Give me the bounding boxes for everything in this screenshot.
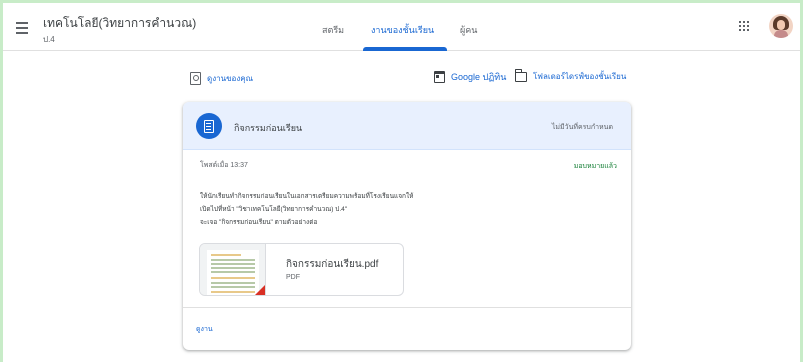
assignment-card: กิจกรรมก่อนเรียน ไม่มีวันที่ครบกำหนด โพส… bbox=[183, 102, 631, 350]
folder-icon bbox=[514, 68, 527, 82]
assignment-footer: ดูงาน bbox=[183, 307, 631, 350]
view-your-work-link[interactable]: ดูงานของคุณ bbox=[190, 72, 253, 85]
due-date: ไม่มีวันที่ครบกำหนด bbox=[551, 124, 613, 131]
assignment-ind-icon bbox=[190, 72, 201, 85]
google-apps-icon[interactable] bbox=[739, 21, 749, 31]
top-app-bar: เทคโนโลยี(วิทยาการคำนวณ) ป.4 สตรีม งานขอ… bbox=[3, 3, 800, 51]
tab-people[interactable]: ผู้คน bbox=[460, 23, 477, 37]
avatar[interactable] bbox=[769, 14, 793, 38]
tab-stream[interactable]: สตรีม bbox=[322, 23, 344, 37]
active-tab-indicator bbox=[363, 47, 447, 51]
attachment-type: PDF bbox=[286, 274, 300, 281]
assignment-header[interactable]: กิจกรรมก่อนเรียน ไม่มีวันที่ครบกำหนด bbox=[183, 102, 631, 150]
instruction-line: ให้นักเรียนทำกิจกรรมก่อนเรียนในเอกสารเตร… bbox=[200, 193, 414, 200]
tab-classwork[interactable]: งานของชั้นเรียน bbox=[371, 23, 434, 37]
tab-bar: สตรีม งานของชั้นเรียน ผู้คน bbox=[3, 3, 800, 51]
google-calendar-link[interactable]: Google ปฏิทิน bbox=[434, 70, 506, 84]
instruction-line: จะเจอ "กิจกรรมก่อนเรียน" ตามตัวอย่างต่อ bbox=[200, 219, 318, 226]
instruction-line: เปิดไปที่หน้า "วิชาเทคโนโลยี(วิทยาการคำน… bbox=[200, 206, 348, 213]
assignment-icon bbox=[196, 113, 222, 139]
class-drive-folder-label: โฟลเดอร์ไดรฟ์ของชั้นเรียน bbox=[533, 72, 627, 81]
view-assignment-link[interactable]: ดูงาน bbox=[196, 324, 213, 335]
calendar-icon bbox=[434, 71, 445, 83]
pdf-file-icon bbox=[253, 285, 265, 295]
assignment-title: กิจกรรมก่อนเรียน bbox=[234, 123, 303, 133]
classroom-window: เทคโนโลยี(วิทยาการคำนวณ) ป.4 สตรีม งานขอ… bbox=[3, 3, 800, 362]
assignment-instructions: ให้นักเรียนทำกิจกรรมก่อนเรียนในเอกสารเตร… bbox=[200, 190, 413, 229]
view-your-work-label: ดูงานของคุณ bbox=[207, 74, 254, 83]
attachment-thumbnail bbox=[200, 244, 266, 295]
pdf-attachment[interactable]: กิจกรรมก่อนเรียน.pdf PDF bbox=[199, 243, 404, 296]
attachment-name: กิจกรรมก่อนเรียน.pdf bbox=[286, 259, 379, 270]
posted-time: โพสต์เมื่อ 13:37 bbox=[200, 162, 248, 169]
class-drive-folder-link[interactable]: โฟลเดอร์ไดรฟ์ของชั้นเรียน bbox=[514, 68, 627, 83]
google-calendar-label: Google ปฏิทิน bbox=[451, 72, 507, 82]
status-label: มอบหมายแล้ว bbox=[573, 163, 617, 170]
